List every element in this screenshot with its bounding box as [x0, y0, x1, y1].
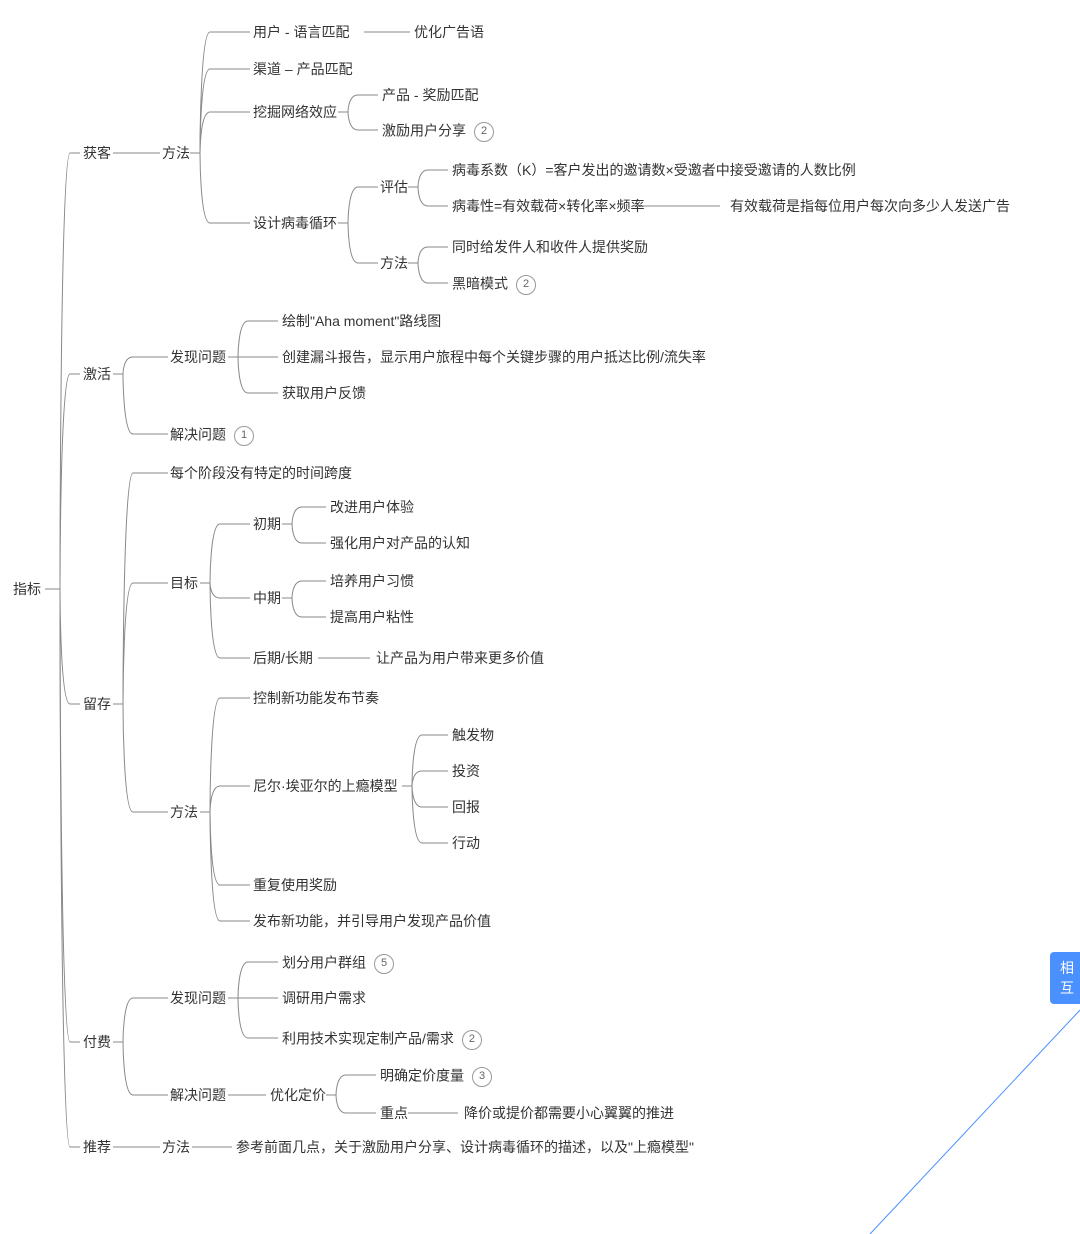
- badge-icon: 1: [234, 426, 254, 446]
- model-i4[interactable]: 行动: [452, 835, 480, 852]
- retain-n1[interactable]: 每个阶段没有特定的时间跨度: [170, 465, 352, 482]
- pay-solve[interactable]: 解决问题: [170, 1087, 226, 1104]
- m4-eval-e2[interactable]: 病毒性=有效载荷×转化率×频率: [452, 198, 645, 215]
- acquire-m1[interactable]: 用户 - 语言匹配: [253, 24, 349, 41]
- pay-find-c1[interactable]: 划分用户群组 5: [282, 954, 394, 974]
- root-node[interactable]: 指标: [13, 581, 41, 598]
- method-c1[interactable]: 控制新功能发布节奏: [253, 690, 379, 707]
- branch-activate[interactable]: 激活: [83, 366, 111, 383]
- m4-eval-e1[interactable]: 病毒系数（K）=客户发出的邀请数×受邀者中接受邀请的人数比例: [452, 162, 856, 179]
- method-model[interactable]: 尼尔·埃亚尔的上瘾模型: [253, 778, 398, 795]
- branch-pay[interactable]: 付费: [83, 1034, 111, 1051]
- acquire-m1-r[interactable]: 优化广告语: [414, 24, 484, 41]
- acquire-m3-c1[interactable]: 产品 - 奖励匹配: [382, 87, 478, 104]
- activate-find-c3[interactable]: 获取用户反馈: [282, 385, 366, 402]
- mindmap-canvas: 指标 获客 方法 用户 - 语言匹配 优化广告语 渠道 – 产品匹配 挖掘网络效…: [0, 0, 1080, 1234]
- activate-find-c2[interactable]: 创建漏斗报告，显示用户旅程中每个关键步骤的用户抵达比例/流失率: [282, 349, 706, 366]
- goal-early-c2[interactable]: 强化用户对产品的认知: [330, 535, 470, 552]
- price-c1-text: 明确定价度量: [380, 1068, 464, 1084]
- pay-find-c3[interactable]: 利用技术实现定制产品/需求 2: [282, 1030, 482, 1050]
- retain-method[interactable]: 方法: [170, 804, 198, 821]
- activate-solve[interactable]: 解决问题 1: [170, 426, 254, 446]
- activate-solve-text: 解决问题: [170, 427, 226, 443]
- activate-find-c1[interactable]: 绘制"Aha moment"路线图: [282, 313, 441, 330]
- m4-method-c1[interactable]: 同时给发件人和收件人提供奖励: [452, 239, 648, 256]
- goal-late[interactable]: 后期/长期: [253, 650, 313, 667]
- acquire-m2[interactable]: 渠道 – 产品匹配: [253, 61, 353, 78]
- badge-icon: 2: [462, 1030, 482, 1050]
- model-i1[interactable]: 触发物: [452, 727, 494, 744]
- goal-early[interactable]: 初期: [253, 516, 281, 533]
- m4-method-c2-text: 黑暗模式: [452, 276, 508, 292]
- pay-price[interactable]: 优化定价: [270, 1087, 326, 1104]
- price-c1[interactable]: 明确定价度量 3: [380, 1067, 492, 1087]
- badge-icon: 5: [374, 954, 394, 974]
- branch-acquire[interactable]: 获客: [83, 145, 111, 162]
- badge-icon: 3: [472, 1067, 492, 1087]
- pay-find-c3-text: 利用技术实现定制产品/需求: [282, 1031, 454, 1047]
- acquire-m3-c2[interactable]: 激励用户分享 2: [382, 122, 494, 142]
- model-i3[interactable]: 回报: [452, 799, 480, 816]
- goal-mid-c2[interactable]: 提高用户粘性: [330, 609, 414, 626]
- branch-refer[interactable]: 推荐: [83, 1139, 111, 1156]
- method-c3[interactable]: 重复使用奖励: [253, 877, 337, 894]
- activate-find[interactable]: 发现问题: [170, 349, 226, 366]
- goal-mid[interactable]: 中期: [253, 590, 281, 607]
- retain-goal[interactable]: 目标: [170, 575, 198, 592]
- price-focus[interactable]: 重点: [380, 1105, 408, 1122]
- goal-late-r[interactable]: 让产品为用户带来更多价值: [376, 650, 544, 667]
- acquire-m4[interactable]: 设计病毒循环: [253, 215, 337, 232]
- goal-mid-c1[interactable]: 培养用户习惯: [330, 573, 414, 590]
- acquire-m3[interactable]: 挖掘网络效应: [253, 104, 337, 121]
- pay-find[interactable]: 发现问题: [170, 990, 226, 1007]
- badge-icon: 2: [474, 122, 494, 142]
- m4-eval-e2r[interactable]: 有效载荷是指每位用户每次向多少人发送广告: [730, 198, 1010, 215]
- goal-early-c1[interactable]: 改进用户体验: [330, 499, 414, 516]
- acquire-m4-eval[interactable]: 评估: [380, 179, 408, 196]
- m4-method-c2[interactable]: 黑暗模式 2: [452, 275, 536, 295]
- pay-find-c2[interactable]: 调研用户需求: [282, 990, 366, 1007]
- refer-method-r[interactable]: 参考前面几点，关于激励用户分享、设计病毒循环的描述，以及"上瘾模型": [236, 1139, 694, 1156]
- badge-icon: 2: [516, 275, 536, 295]
- pay-find-c1-text: 划分用户群组: [282, 955, 366, 971]
- price-focus-r[interactable]: 降价或提价都需要小心翼翼的推进: [464, 1105, 674, 1122]
- branch-retain[interactable]: 留存: [83, 696, 111, 713]
- acquire-m4-method[interactable]: 方法: [380, 255, 408, 272]
- acquire-m3-c2-text: 激励用户分享: [382, 123, 466, 139]
- refer-method[interactable]: 方法: [162, 1139, 190, 1156]
- side-tag[interactable]: 相互: [1050, 952, 1080, 1004]
- method-c4[interactable]: 发布新功能，并引导用户发现产品价值: [253, 913, 491, 930]
- acquire-methods[interactable]: 方法: [162, 145, 190, 162]
- model-i2[interactable]: 投资: [452, 763, 480, 780]
